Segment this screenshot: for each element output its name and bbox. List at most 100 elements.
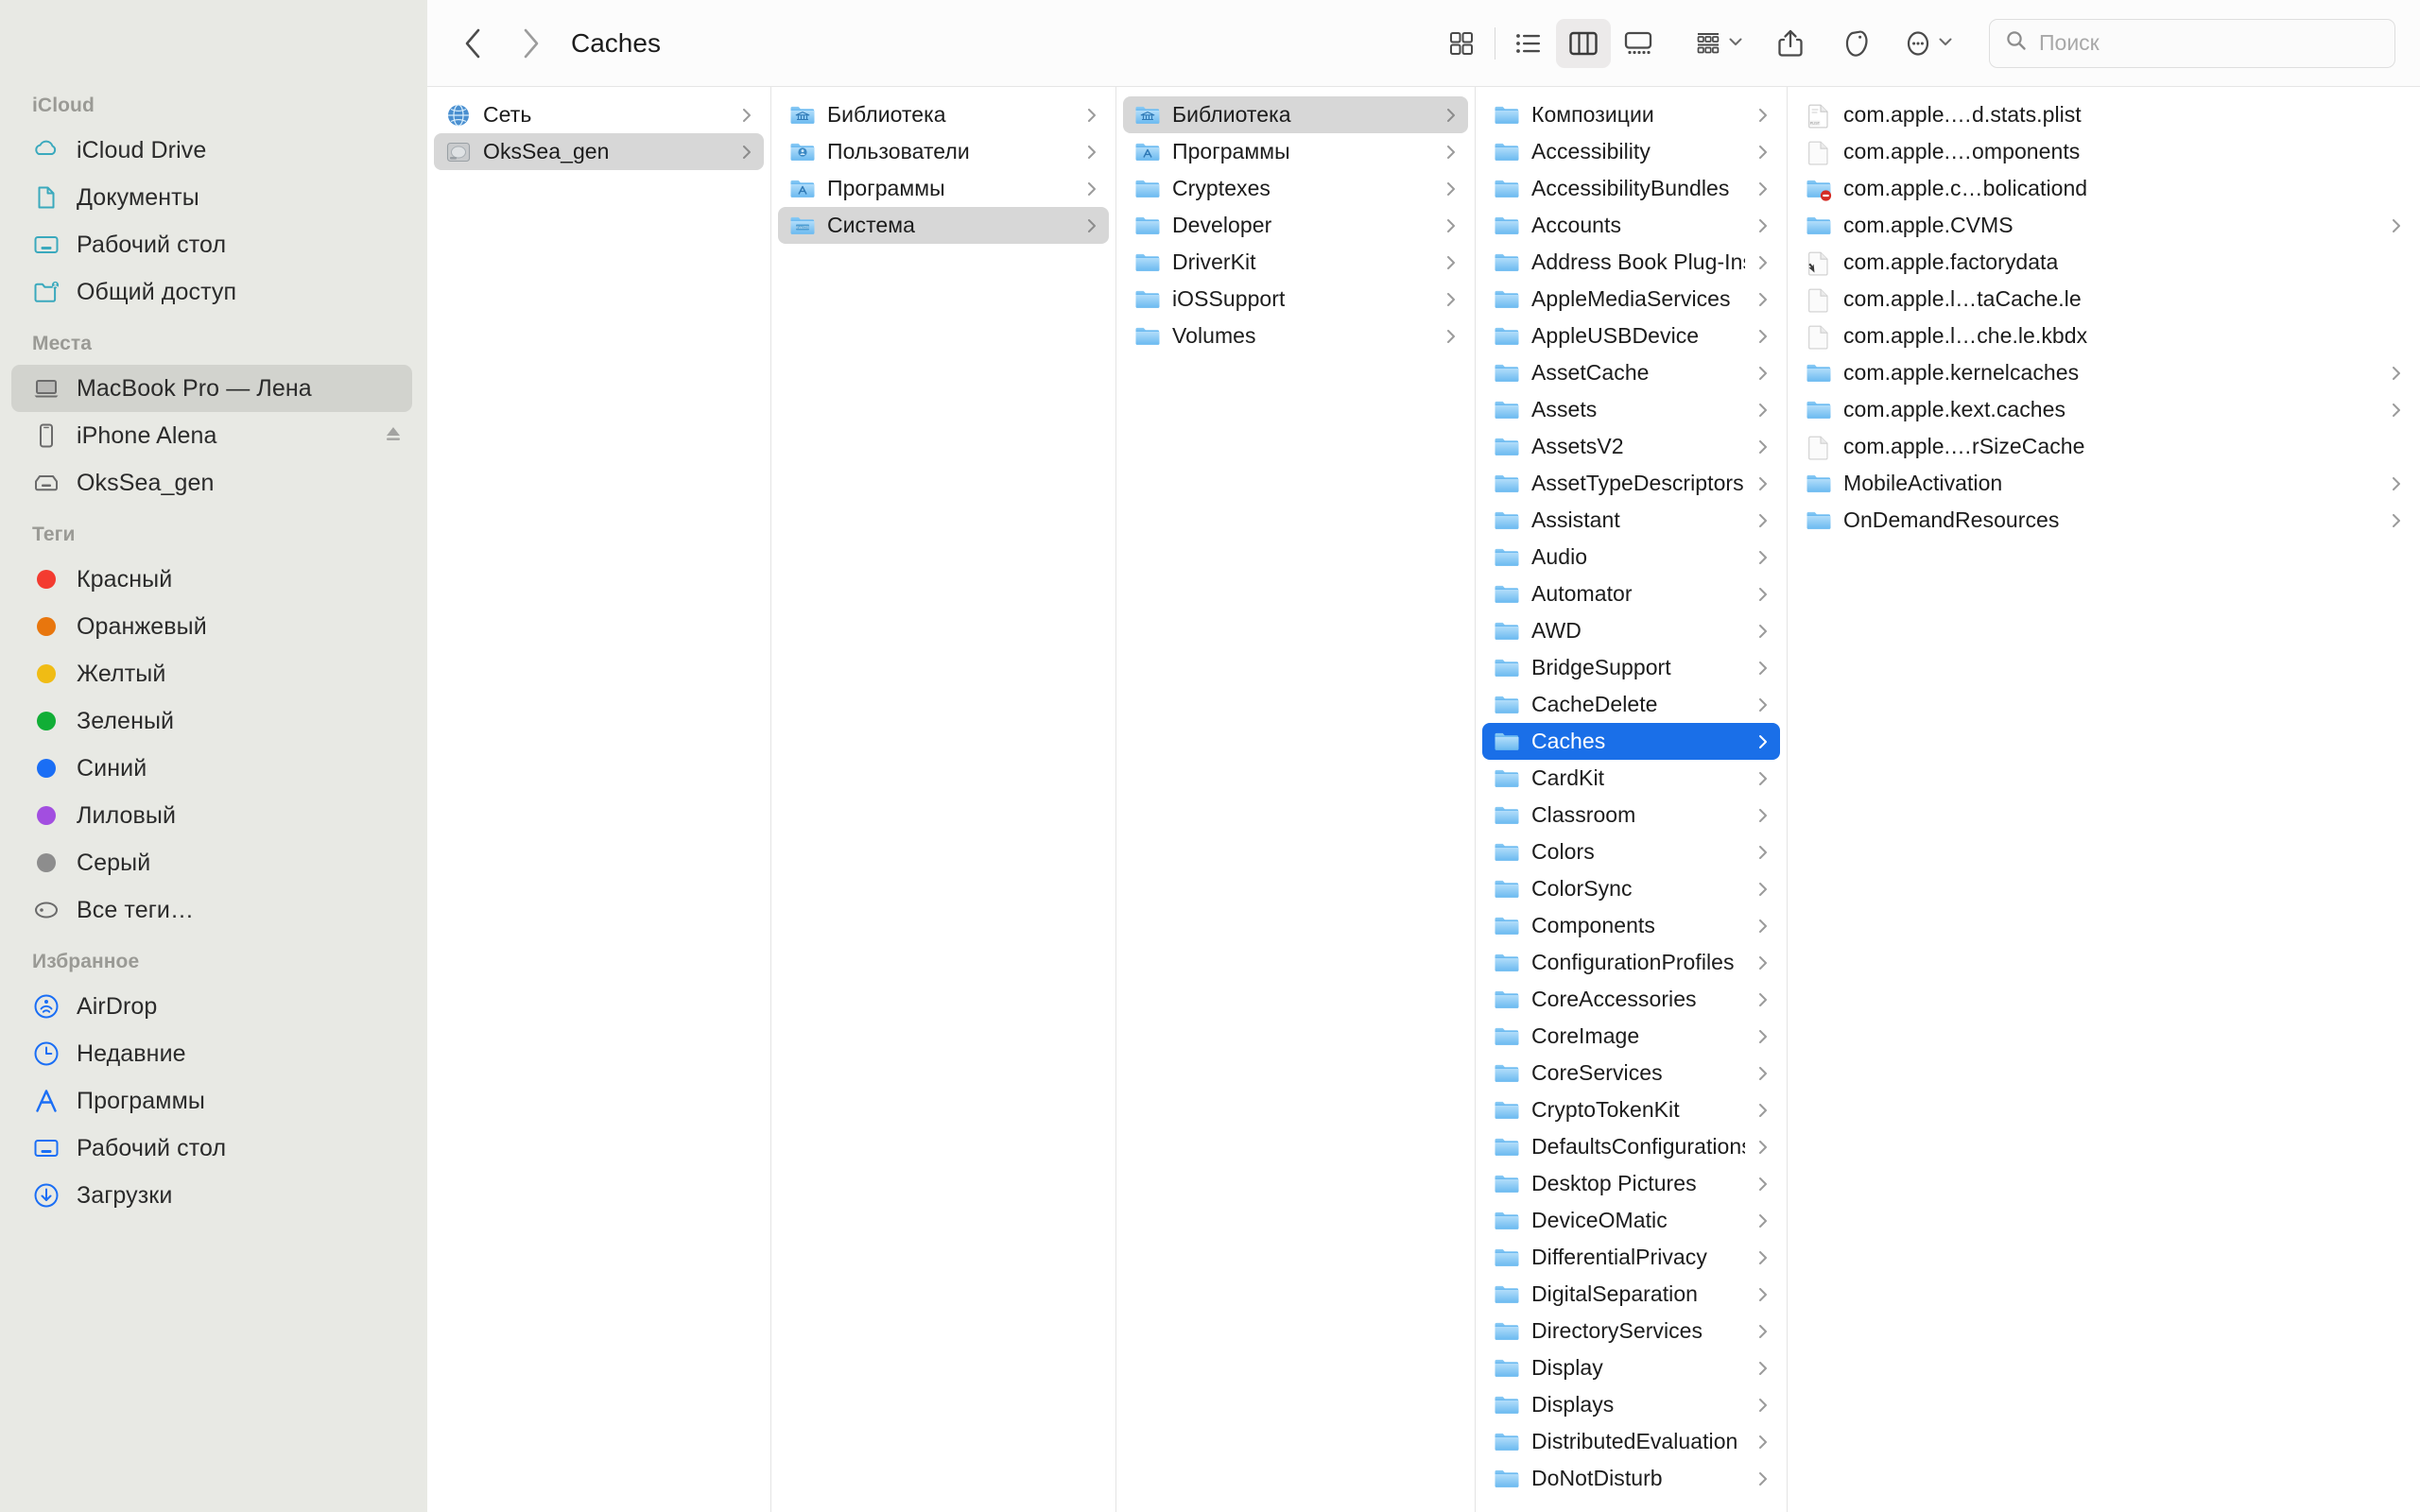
column-item[interactable]: Пользователи: [778, 133, 1109, 170]
column-item[interactable]: BridgeSupport: [1482, 649, 1780, 686]
column-item[interactable]: AssetTypeDescriptors: [1482, 465, 1780, 502]
share-button[interactable]: [1768, 19, 1813, 68]
column-item[interactable]: Caches: [1482, 723, 1780, 760]
column-item[interactable]: Программы: [778, 170, 1109, 207]
column-item[interactable]: OksSea_gen: [434, 133, 764, 170]
column-item[interactable]: Композиции: [1482, 96, 1780, 133]
column-item[interactable]: com.apple.l…che.le.kbdx: [1794, 318, 2413, 354]
column-item[interactable]: ConfigurationProfiles: [1482, 944, 1780, 981]
column-item[interactable]: Display: [1482, 1349, 1780, 1386]
eject-icon[interactable]: [384, 424, 403, 448]
column-item[interactable]: com.apple.c…bolicationd: [1794, 170, 2413, 207]
column-item[interactable]: Cryptexes: [1123, 170, 1468, 207]
column-item[interactable]: AppleMediaServices: [1482, 281, 1780, 318]
column-item[interactable]: Address Book Plug-Ins: [1482, 244, 1780, 281]
column-item[interactable]: DifferentialPrivacy: [1482, 1239, 1780, 1276]
folder-icon: [1494, 1281, 1520, 1308]
sidebar-item-красный[interactable]: Красный: [11, 556, 412, 603]
column-item[interactable]: macOS Система: [778, 207, 1109, 244]
forward-button[interactable]: [510, 23, 552, 64]
search-field[interactable]: Поиск: [1989, 18, 2395, 68]
column-item[interactable]: PLIST com.apple.…d.stats.plist: [1794, 96, 2413, 133]
column-item[interactable]: Программы: [1123, 133, 1468, 170]
column-item[interactable]: DirectoryServices: [1482, 1313, 1780, 1349]
column-item[interactable]: DoNotDisturb: [1482, 1460, 1780, 1497]
column-item[interactable]: Classroom: [1482, 797, 1780, 833]
column-item[interactable]: Assistant: [1482, 502, 1780, 539]
column-item[interactable]: Accessibility: [1482, 133, 1780, 170]
column-item[interactable]: CryptoTokenKit: [1482, 1091, 1780, 1128]
column-item[interactable]: CacheDelete: [1482, 686, 1780, 723]
sidebar-item-airdrop[interactable]: AirDrop: [11, 983, 412, 1030]
sidebar-group-header: Теги: [32, 524, 76, 545]
column-item[interactable]: com.apple.…rSizeCache: [1794, 428, 2413, 465]
column-item[interactable]: com.apple.CVMS: [1794, 207, 2413, 244]
column-item[interactable]: Audio: [1482, 539, 1780, 576]
column-item[interactable]: Volumes: [1123, 318, 1468, 354]
column-item[interactable]: Automator: [1482, 576, 1780, 612]
column-item[interactable]: DeviceOMatic: [1482, 1202, 1780, 1239]
sidebar-item-зеленый[interactable]: Зеленый: [11, 697, 412, 745]
sidebar-item-общий-доступ[interactable]: Общий доступ: [11, 268, 412, 316]
column-item[interactable]: AppleUSBDevice: [1482, 318, 1780, 354]
column-item[interactable]: AssetsV2: [1482, 428, 1780, 465]
icon-view-button[interactable]: [1434, 19, 1489, 68]
column-item[interactable]: CoreImage: [1482, 1018, 1780, 1055]
sidebar-item-оранжевый[interactable]: Оранжевый: [11, 603, 412, 650]
sidebar-item-желтый[interactable]: Желтый: [11, 650, 412, 697]
column-item[interactable]: Desktop Pictures: [1482, 1165, 1780, 1202]
column-item[interactable]: DriverKit: [1123, 244, 1468, 281]
column-item[interactable]: AssetCache: [1482, 354, 1780, 391]
sidebar-item-iphone-alena[interactable]: iPhone Alena: [11, 412, 412, 459]
column-item[interactable]: AccessibilityBundles: [1482, 170, 1780, 207]
group-by-button[interactable]: [1690, 19, 1747, 68]
column-item[interactable]: DistributedEvaluation: [1482, 1423, 1780, 1460]
sidebar-item-загрузки[interactable]: Загрузки: [11, 1172, 412, 1219]
sidebar-item-программы[interactable]: Программы: [11, 1077, 412, 1125]
more-actions-button[interactable]: [1900, 19, 1957, 68]
column-item[interactable]: MobileActivation: [1794, 465, 2413, 502]
column-item[interactable]: com.apple.l…taCache.le: [1794, 281, 2413, 318]
sidebar-item-документы[interactable]: Документы: [11, 174, 412, 221]
sidebar-item-рабочий-стол[interactable]: Рабочий стол: [11, 221, 412, 268]
column-item[interactable]: CardKit: [1482, 760, 1780, 797]
sidebar-item-синий[interactable]: Синий: [11, 745, 412, 792]
column-item[interactable]: Colors: [1482, 833, 1780, 870]
tag-button[interactable]: [1834, 19, 1879, 68]
column-item[interactable]: ColorSync: [1482, 870, 1780, 907]
column-item[interactable]: Библиотека: [778, 96, 1109, 133]
column-item[interactable]: Accounts: [1482, 207, 1780, 244]
sidebar-item-icloud-drive[interactable]: iCloud Drive: [11, 127, 412, 174]
list-view-button[interactable]: [1501, 19, 1556, 68]
folder-icon: [1494, 1171, 1520, 1197]
column-item[interactable]: Components: [1482, 907, 1780, 944]
column-item[interactable]: Developer: [1123, 207, 1468, 244]
sidebar-item-okssea-gen[interactable]: OksSea_gen: [11, 459, 412, 507]
column-item[interactable]: iOSSupport: [1123, 281, 1468, 318]
column-item[interactable]: DigitalSeparation: [1482, 1276, 1780, 1313]
column-item[interactable]: com.apple.factorydata: [1794, 244, 2413, 281]
column-item[interactable]: DefaultsConfigurations: [1482, 1128, 1780, 1165]
column-item[interactable]: Библиотека: [1123, 96, 1468, 133]
sidebar-item-серый[interactable]: Серый: [11, 839, 412, 886]
column-item[interactable]: CoreAccessories: [1482, 981, 1780, 1018]
column-item[interactable]: Assets: [1482, 391, 1780, 428]
sidebar-item-рабочий-стол[interactable]: Рабочий стол: [11, 1125, 412, 1172]
sidebar-item-все-теги[interactable]: Все теги…: [11, 886, 412, 934]
column-item[interactable]: CoreServices: [1482, 1055, 1780, 1091]
column-item[interactable]: com.apple.…omponents: [1794, 133, 2413, 170]
column-item[interactable]: com.apple.kext.caches: [1794, 391, 2413, 428]
column-item-label: Accessibility: [1531, 139, 1651, 163]
gallery-view-button[interactable]: [1611, 19, 1666, 68]
column-item[interactable]: com.apple.kernelcaches: [1794, 354, 2413, 391]
sidebar-item-недавние[interactable]: Недавние: [11, 1030, 412, 1077]
column-view-button[interactable]: [1556, 18, 1611, 68]
column-item[interactable]: Сеть: [434, 96, 764, 133]
column-item[interactable]: Displays: [1482, 1386, 1780, 1423]
column-item-label: DriverKit: [1172, 249, 1256, 274]
back-button[interactable]: [452, 23, 493, 64]
sidebar-item-macbook-pro-лена[interactable]: MacBook Pro — Лена: [11, 365, 412, 412]
column-item[interactable]: OnDemandResources: [1794, 502, 2413, 539]
column-item[interactable]: AWD: [1482, 612, 1780, 649]
sidebar-item-лиловый[interactable]: Лиловый: [11, 792, 412, 839]
